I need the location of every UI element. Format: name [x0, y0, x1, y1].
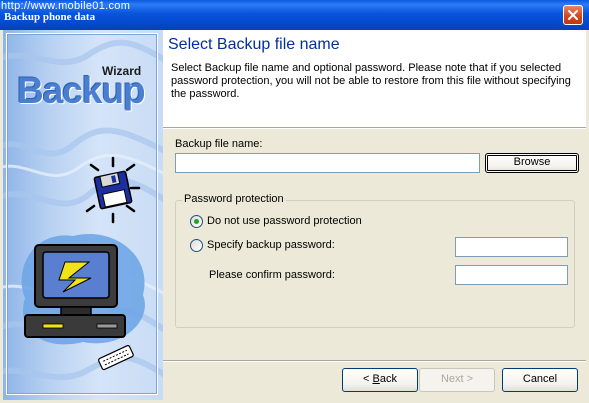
cancel-button[interactable]: Cancel — [502, 368, 578, 392]
no-password-radio[interactable] — [190, 215, 203, 228]
footer-divider — [163, 360, 586, 362]
wizard-sidebar: Wizard Backup — [3, 30, 163, 400]
close-button[interactable] — [563, 5, 583, 25]
confirm-password-input[interactable] — [455, 265, 568, 285]
specify-password-label[interactable]: Specify backup password: — [207, 239, 335, 251]
backup-logo: Backup — [17, 70, 146, 111]
page-description: Select Backup file name and optional pas… — [171, 62, 571, 100]
close-icon — [568, 10, 578, 20]
backup-file-name-input[interactable] — [175, 153, 480, 173]
radio-selected-dot — [194, 219, 199, 224]
back-button[interactable]: < Back — [342, 368, 418, 392]
back-accelerator-key: B — [372, 373, 380, 385]
no-password-label[interactable]: Do not use password protection — [207, 215, 362, 227]
back-prefix: < — [363, 373, 373, 385]
browse-button[interactable]: Browse — [485, 153, 579, 173]
wizard-header: Select Backup file name Select Backup fi… — [163, 30, 586, 127]
next-button[interactable]: Next > — [419, 368, 495, 392]
page-title: Select Backup file name — [168, 36, 340, 53]
back-label-rest: ack — [379, 373, 397, 385]
title-bar[interactable]: http://www.mobile01.com Backup phone dat… — [0, 0, 589, 30]
backup-file-name-label: Backup file name: — [175, 138, 263, 150]
header-divider — [163, 127, 586, 129]
dialog-client: Wizard Backup Select Backup file name Se… — [3, 30, 586, 400]
backup-password-input[interactable] — [455, 237, 568, 257]
password-protection-legend: Password protection — [182, 193, 286, 205]
confirm-password-label: Please confirm password: — [209, 269, 335, 281]
window-title: Backup phone data — [4, 11, 96, 23]
wizard-window: http://www.mobile01.com Backup phone dat… — [0, 0, 589, 403]
specify-password-radio[interactable] — [190, 239, 203, 252]
